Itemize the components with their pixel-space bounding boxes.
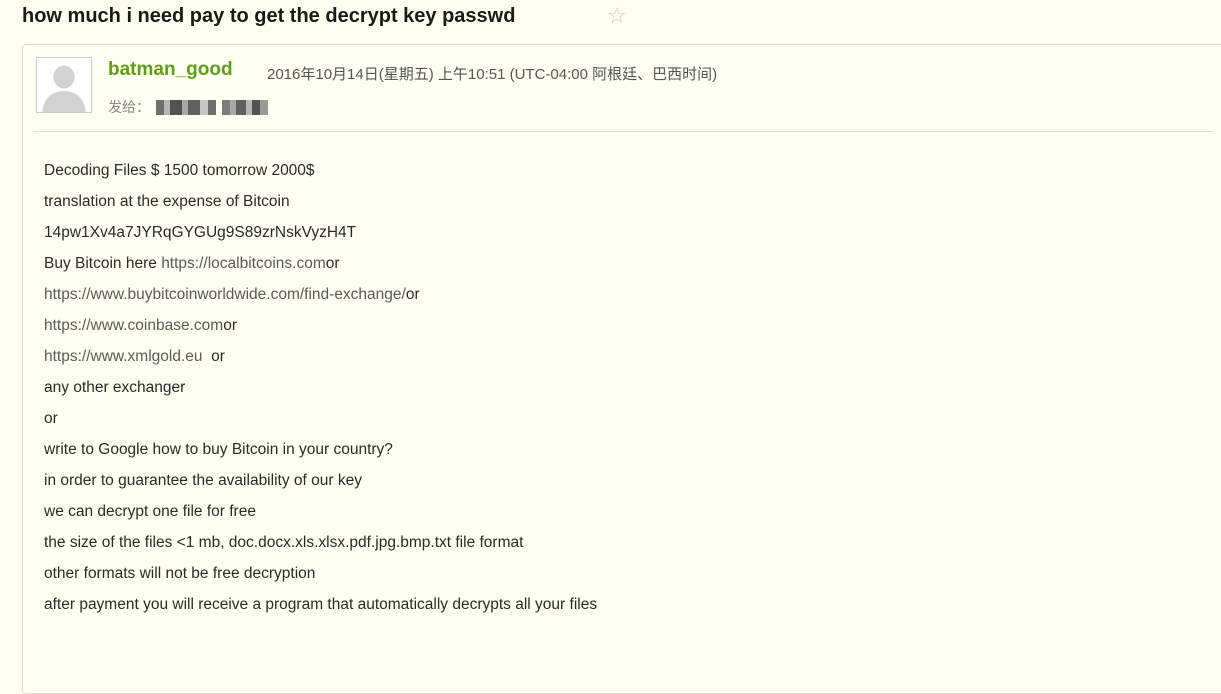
recipient-row: 发给： bbox=[108, 97, 268, 117]
message-line: any other exchanger bbox=[44, 376, 1204, 407]
message-link[interactable]: https://www.buybitcoinworldwide.com/find… bbox=[44, 286, 406, 303]
message-text: we can decrypt one file for free bbox=[44, 503, 256, 520]
star-icon[interactable]: ☆ bbox=[607, 3, 627, 29]
message-link[interactable]: https://www.coinbase.com bbox=[44, 317, 223, 334]
message-text: Buy Bitcoin here bbox=[44, 255, 162, 272]
message-line: we can decrypt one file for free bbox=[44, 500, 1204, 531]
message-text: or bbox=[44, 410, 58, 427]
header-divider bbox=[33, 131, 1213, 132]
email-subject: how much i need pay to get the decrypt k… bbox=[22, 5, 516, 27]
message-text: in order to guarantee the availability o… bbox=[44, 472, 362, 489]
message-link[interactable]: https://www.xmlgold.eu bbox=[44, 348, 203, 365]
message-timestamp: 2016年10月14日(星期五) 上午10:51 (UTC-04:00 阿根廷、… bbox=[267, 66, 718, 83]
message-text: the size of the files <1 mb, doc.docx.xl… bbox=[44, 534, 524, 551]
message-line: https://www.xmlgold.eu or bbox=[44, 345, 1204, 376]
message-text: or bbox=[405, 286, 420, 303]
message-line: other formats will not be free decryptio… bbox=[44, 562, 1204, 593]
message-header: batman_good 2016年10月14日(星期五) 上午10:51 (UT… bbox=[23, 45, 1221, 131]
message-line: the size of the files <1 mb, doc.docx.xl… bbox=[44, 531, 1204, 562]
message-text: or bbox=[202, 348, 225, 365]
message-line: in order to guarantee the availability o… bbox=[44, 469, 1204, 500]
message-text: after payment you will receive a program… bbox=[44, 596, 598, 613]
message-line: write to Google how to buy Bitcoin in yo… bbox=[44, 438, 1204, 469]
default-user-avatar-icon[interactable] bbox=[36, 57, 92, 113]
message-line: Decoding Files $ 1500 tomorrow 2000$ bbox=[44, 159, 1204, 190]
message-text: or bbox=[223, 317, 237, 334]
message-line: after payment you will receive a program… bbox=[44, 593, 1204, 624]
message-line: 14pw1Xv4a7JYRqGYGUg9S89zrNskVyzH4T bbox=[44, 221, 1204, 252]
sender-name[interactable]: batman_good bbox=[108, 59, 233, 81]
message-line: https://www.buybitcoinworldwide.com/find… bbox=[44, 283, 1204, 314]
email-message-card: batman_good 2016年10月14日(星期五) 上午10:51 (UT… bbox=[22, 44, 1221, 694]
message-text: any other exchanger bbox=[44, 379, 186, 396]
message-text: translation at the expense of Bitcoin bbox=[44, 193, 290, 210]
message-text: write to Google how to buy Bitcoin in yo… bbox=[44, 441, 393, 458]
message-text: other formats will not be free decryptio… bbox=[44, 565, 316, 582]
message-line: https://www.coinbase.comor bbox=[44, 314, 1204, 345]
message-text: or bbox=[325, 255, 340, 272]
recipient-label: 发给： bbox=[108, 99, 150, 115]
redacted-recipient bbox=[155, 99, 268, 115]
avatar-silhouette bbox=[37, 58, 91, 112]
message-body: Decoding Files $ 1500 tomorrow 2000$ tran… bbox=[44, 159, 1204, 624]
message-text: 14pw1Xv4a7JYRqGYGUg9S89zrNskVyzH4T bbox=[44, 224, 357, 241]
message-line: Buy Bitcoin here https://localbitcoins.c… bbox=[44, 252, 1204, 283]
subject-bar: how much i need pay to get the decrypt k… bbox=[0, 0, 1221, 36]
message-line: translation at the expense of Bitcoin bbox=[44, 190, 1204, 221]
message-link[interactable]: https://localbitcoins.com bbox=[161, 255, 326, 272]
message-line: or bbox=[44, 407, 1204, 438]
message-text: Decoding Files $ 1500 tomorrow 2000$ bbox=[44, 162, 315, 179]
